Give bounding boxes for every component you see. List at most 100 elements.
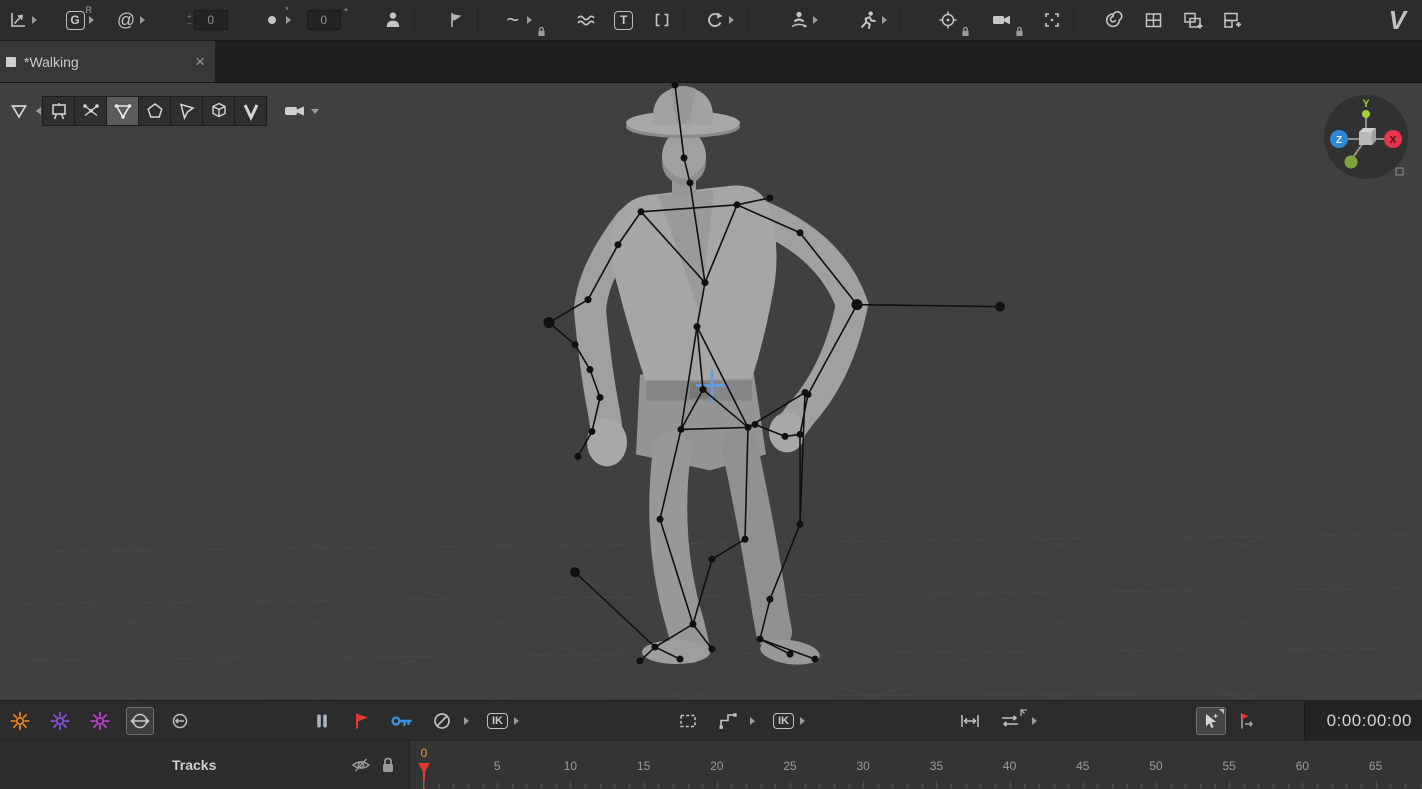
rig-joint[interactable] (851, 299, 863, 311)
frame-label[interactable]: 50 (1149, 759, 1162, 773)
rig-joint[interactable] (781, 432, 789, 440)
rig-joint[interactable] (637, 208, 645, 216)
rig-joint[interactable] (733, 201, 741, 209)
rig-joint[interactable] (751, 420, 759, 428)
frame-label[interactable]: 35 (930, 759, 943, 773)
interval-spinner[interactable]: + − (187, 13, 192, 28)
rig-joint[interactable] (614, 241, 622, 249)
rig-joint[interactable] (651, 643, 659, 651)
trajectories-button[interactable] (574, 5, 598, 35)
rig-joint[interactable] (656, 515, 664, 523)
mode-rig-cut-button[interactable] (74, 96, 107, 126)
bookmark-button[interactable] (444, 5, 468, 35)
frame-label[interactable]: 40 (1003, 759, 1016, 773)
spiral-button[interactable] (1101, 5, 1125, 35)
rig-joint[interactable] (699, 386, 707, 393)
rotate-tool-dropdown[interactable] (728, 16, 734, 24)
frame-label[interactable]: 15 (637, 759, 650, 773)
rig-joint[interactable] (574, 452, 582, 460)
frame-label[interactable]: 20 (710, 759, 723, 773)
fit-interval-button[interactable] (950, 701, 990, 741)
rig-joint[interactable] (766, 194, 774, 202)
viewport-camera-button[interactable] (283, 101, 319, 121)
rig-joint[interactable] (686, 179, 694, 187)
interpolation-dropdown[interactable] (526, 16, 532, 24)
rig-joint[interactable] (586, 366, 594, 374)
text-tool-button[interactable]: T (612, 5, 636, 35)
frame-count-field[interactable]: 0 (306, 10, 341, 30)
lock-toggle[interactable] (379, 755, 397, 780)
viewport-3d[interactable]: Y Z X (0, 83, 1422, 700)
rig-joint[interactable] (588, 427, 596, 435)
rig-joint[interactable] (571, 341, 579, 349)
disable-interpolation-dropdown[interactable] (464, 717, 469, 725)
character-model[interactable] (573, 85, 869, 668)
pivot-point-button[interactable] (936, 5, 960, 35)
frame-label[interactable]: 45 (1076, 759, 1089, 773)
select-mode-button[interactable] (4, 96, 34, 126)
autoposing-dropdown[interactable] (140, 16, 145, 24)
keyframe-dot-dropdown[interactable] (285, 16, 291, 24)
autoposing-button[interactable]: @ (114, 5, 138, 35)
add-panel-button[interactable] (1221, 5, 1245, 35)
fulcrum-points-button[interactable] (40, 701, 80, 741)
rig-joint[interactable] (596, 393, 604, 401)
frame-label[interactable]: 0 (421, 746, 428, 760)
auto-key-button[interactable] (382, 701, 422, 741)
interpolation-curve-button[interactable]: ~ (501, 5, 525, 35)
ghost-mode-button[interactable]: G R (63, 5, 92, 35)
frame-label[interactable]: 55 (1223, 759, 1236, 773)
layout-grid-button[interactable] (1141, 5, 1165, 35)
frame-label[interactable]: 60 (1296, 759, 1309, 773)
frame-label[interactable]: 10 (564, 759, 577, 773)
frame-label[interactable]: 25 (783, 759, 796, 773)
rig-joint[interactable] (766, 595, 774, 603)
physics-settings-button[interactable] (0, 701, 40, 741)
mode-tag-button[interactable] (170, 96, 203, 126)
shift-keys-button[interactable] (990, 701, 1030, 741)
rig-joint[interactable] (701, 279, 709, 287)
stepped-keys-button[interactable] (708, 701, 748, 741)
pose-bars-button[interactable] (302, 701, 342, 741)
rotate-tool-button[interactable] (703, 5, 727, 35)
rig-joint[interactable] (796, 430, 804, 438)
ik-secondary-dropdown[interactable] (800, 717, 805, 725)
rig-joint[interactable] (677, 425, 685, 433)
rig-joint[interactable] (741, 535, 749, 543)
tab-close-button[interactable]: × (195, 53, 205, 70)
goto-marker-button[interactable] (1226, 701, 1266, 741)
rig-joint[interactable] (801, 389, 809, 396)
rig-joint[interactable] (570, 567, 580, 578)
frame-label[interactable]: 30 (857, 759, 870, 773)
rig-joint[interactable] (786, 650, 794, 658)
frame-label[interactable]: 5 (494, 759, 501, 773)
rig-joint[interactable] (676, 655, 684, 663)
graph-editor-dropdown[interactable] (32, 16, 37, 24)
animation-run-button[interactable] (856, 5, 880, 35)
rig-joint[interactable] (796, 229, 804, 237)
visibility-toggle[interactable] (351, 755, 371, 780)
keyframe-dot-button[interactable]: * (260, 5, 289, 35)
keyframe-flag-button[interactable] (342, 701, 382, 741)
stepped-keys-dropdown[interactable] (750, 717, 755, 725)
mode-cube-button[interactable] (202, 96, 235, 126)
rig-joint[interactable] (689, 620, 697, 628)
orientation-gizmo[interactable]: Y Z X (1324, 95, 1408, 179)
disable-interpolation-button[interactable] (422, 701, 462, 741)
rig-joint[interactable] (680, 154, 688, 162)
tracks-panel[interactable]: Tracks (0, 741, 410, 789)
mode-polygon-button[interactable] (138, 96, 171, 126)
rig-joint[interactable] (744, 423, 752, 431)
rig-joint[interactable] (636, 657, 644, 665)
rig-joint[interactable] (543, 317, 555, 329)
rig-joint[interactable] (693, 323, 701, 331)
mode-canvas-button[interactable] (42, 96, 75, 126)
animation-run-dropdown[interactable] (881, 16, 887, 24)
viewport-camera-dropdown[interactable] (311, 108, 319, 114)
smart-select-button[interactable] (1196, 707, 1226, 735)
spinner-minus[interactable]: − (187, 20, 192, 28)
shift-keys-dropdown[interactable] (1032, 717, 1037, 725)
relax-tool-button[interactable] (160, 701, 200, 741)
ruler[interactable]: 0 5 10 15 20 25 30 35 40 45 50 55 60 65 (410, 741, 1422, 789)
rig-joint[interactable] (708, 555, 716, 563)
